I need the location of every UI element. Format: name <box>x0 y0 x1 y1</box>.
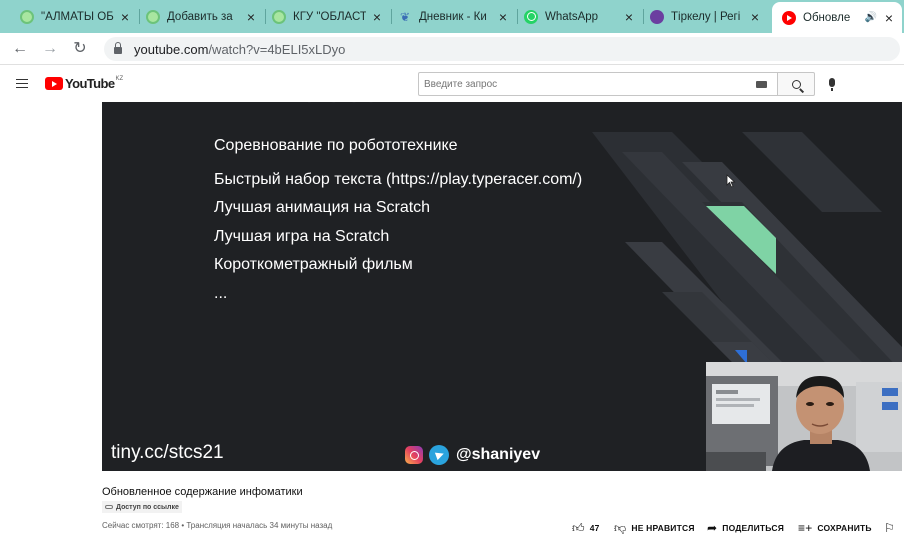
tab-label: Дневник - Ки <box>419 10 487 23</box>
youtube-play-icon <box>45 77 63 90</box>
green-circle-icon <box>272 9 286 24</box>
green-circle-icon <box>146 9 160 24</box>
tab-add[interactable]: Добавить за × <box>140 4 264 29</box>
slide-line: ... <box>214 284 228 302</box>
tab-tirkelu[interactable]: Тіркелу | Регі × <box>644 4 768 29</box>
close-icon[interactable]: × <box>370 9 384 25</box>
report-button[interactable]: ⚐ <box>884 520 900 536</box>
green-circle-icon <box>20 9 34 24</box>
search-button[interactable] <box>777 72 815 96</box>
social-handle: @shaniyev <box>456 446 541 463</box>
browser-toolbar: ← → ↻ youtube.com/watch?v=4bELI5xLDyo <box>0 33 904 65</box>
thumbs-down-icon: 👎︎ <box>614 520 627 535</box>
tab-label: Обновле <box>803 11 851 24</box>
like-button[interactable]: 👍︎ 47 <box>572 520 600 536</box>
close-icon[interactable]: × <box>118 9 132 25</box>
access-badge: Доступ по ссылке <box>102 501 182 513</box>
telegram-icon <box>429 445 449 465</box>
url-host: youtube.com <box>134 41 209 57</box>
slide-line: Лучшая анимация на Scratch <box>214 199 431 216</box>
tab-whatsapp[interactable]: WhatsApp × <box>518 4 642 29</box>
tab-label: КГУ "ОБЛАСТ <box>293 10 366 23</box>
link-icon <box>105 505 113 509</box>
youtube-icon <box>782 10 796 25</box>
flag-icon: ⚐ <box>884 521 895 535</box>
tab-almaty[interactable]: "АЛМАТЫ ОБ × <box>14 4 138 29</box>
social-block: @shaniyev <box>405 445 540 465</box>
slide-line: Лучшая игра на Scratch <box>214 227 390 245</box>
search-input[interactable] <box>424 78 744 90</box>
access-label: Доступ по ссылке <box>116 503 179 511</box>
back-arrow-icon[interactable]: ← <box>10 39 30 59</box>
close-icon[interactable]: × <box>496 9 510 25</box>
whatsapp-icon <box>524 9 538 24</box>
share-icon: ➦ <box>707 521 718 535</box>
lock-icon[interactable] <box>114 42 122 54</box>
menu-icon[interactable] <box>16 79 28 88</box>
address-bar[interactable]: youtube.com/watch?v=4bELI5xLDyo <box>104 37 900 61</box>
url-path: /watch?v=4bELI5xLDyo <box>208 41 346 57</box>
tab-diary[interactable]: ❦ Дневник - Ки × <box>392 4 516 29</box>
video-player[interactable]: 1 - 4 классы Соревнование по робототехни… <box>102 102 902 471</box>
presenter-image <box>706 362 902 471</box>
save-button[interactable]: ≡+ СОХРАНИТЬ <box>798 520 872 536</box>
close-icon[interactable]: × <box>882 10 896 26</box>
slide-line: Соревнование по робототехнике <box>214 137 458 154</box>
tab-label: WhatsApp <box>545 10 599 23</box>
microphone-icon[interactable] <box>829 78 835 91</box>
tab-kgu[interactable]: КГУ "ОБЛАСТ × <box>266 4 390 29</box>
country-code: KZ <box>115 75 124 82</box>
youtube-logo[interactable]: YouTube KZ <box>45 76 123 91</box>
youtube-logo-text: YouTube <box>65 76 115 91</box>
slide-text-list: Соревнование по робототехнике Быстрый на… <box>214 132 582 308</box>
youtube-header: YouTube KZ <box>0 66 904 102</box>
dislike-label: НЕ НРАВИТСЯ <box>631 523 695 533</box>
slide-line: Быстрый набор текста (https://play.typer… <box>214 170 583 188</box>
search-box <box>418 72 778 96</box>
webcam-overlay <box>706 362 902 471</box>
playlist-add-icon: ≡+ <box>798 521 813 535</box>
slide-line: Короткометражный фильм <box>214 256 413 273</box>
close-icon[interactable]: × <box>622 9 636 25</box>
instagram-icon <box>405 446 423 464</box>
thumbs-up-icon: 👍︎ <box>572 520 585 535</box>
tab-label: Тіркелу | Регі <box>671 10 741 23</box>
close-icon[interactable]: × <box>748 9 762 25</box>
dislike-button[interactable]: 👎︎ НЕ НРАВИТСЯ <box>614 520 695 536</box>
video-meta: Сейчас смотрят: 168 • Трансляция началас… <box>102 521 333 530</box>
speaker-icon[interactable]: 🔊 <box>864 12 878 23</box>
share-label: ПОДЕЛИТЬСЯ <box>722 523 785 533</box>
reload-icon[interactable]: ↻ <box>70 39 90 59</box>
tab-label: "АЛМАТЫ ОБ <box>41 10 114 23</box>
keyboard-icon[interactable] <box>756 81 767 88</box>
tab-youtube[interactable]: Обновле 🔊 × <box>772 2 902 33</box>
diary-icon: ❦ <box>399 9 411 24</box>
close-icon[interactable]: × <box>244 9 258 25</box>
list-icon <box>650 9 664 24</box>
share-button[interactable]: ➦ ПОДЕЛИТЬСЯ <box>707 520 784 536</box>
mouse-cursor-icon <box>726 174 736 188</box>
browser-tab-strip: "АЛМАТЫ ОБ × Добавить за × КГУ "ОБЛАСТ ×… <box>0 0 904 33</box>
save-label: СОХРАНИТЬ <box>817 523 872 533</box>
like-count: 47 <box>589 523 600 533</box>
tab-label: Добавить за <box>167 10 233 23</box>
forward-arrow-icon[interactable]: → <box>40 39 60 59</box>
short-url: tiny.cc/stcs21 <box>111 442 224 463</box>
video-title: Обновленное содержание инфоматики <box>102 486 303 498</box>
search-icon <box>791 79 801 89</box>
